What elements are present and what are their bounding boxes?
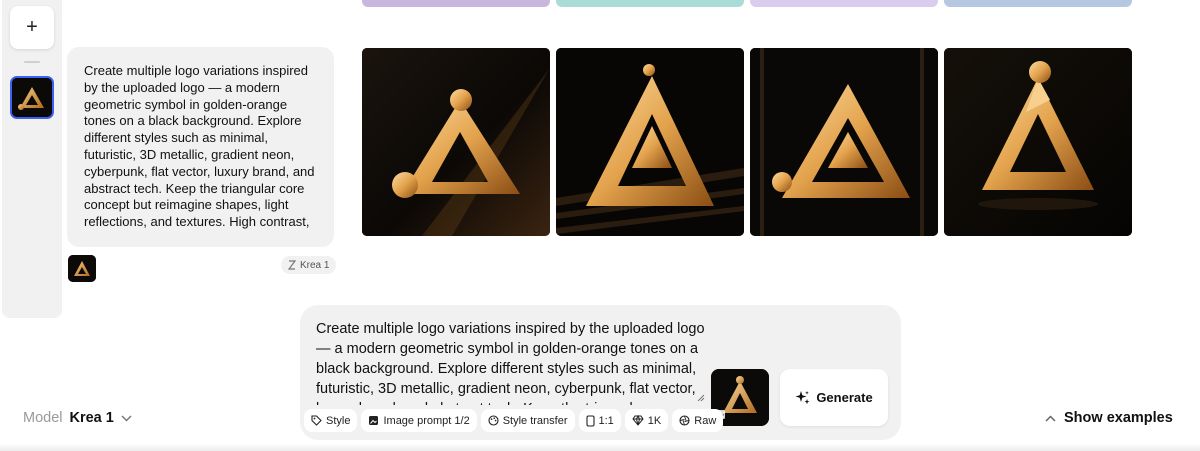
history-thumbnail-selected[interactable]: [10, 76, 54, 119]
raw-chip-label: Raw: [694, 414, 717, 427]
logo-thumbnail-icon: [12, 78, 52, 117]
result-image-1[interactable]: [362, 48, 550, 236]
resolution-chip[interactable]: 1K: [624, 409, 669, 432]
prompt-bubble[interactable]: Create multiple logo variations inspired…: [67, 47, 334, 247]
style-chip[interactable]: Style: [304, 409, 358, 432]
model-label: Model: [23, 410, 63, 426]
krea-page: + Create multiple logo variations inspir…: [0, 0, 1200, 451]
rail-divider: [24, 61, 40, 63]
logo-thumbnail-icon: [68, 255, 96, 282]
result-image-3[interactable]: [750, 48, 938, 236]
style-chip-label: Style: [326, 414, 351, 427]
result-image-4[interactable]: [944, 48, 1132, 236]
new-generation-button[interactable]: +: [10, 6, 54, 49]
plus-icon: +: [26, 16, 38, 38]
bottom-fade: [0, 443, 1200, 451]
chevron-up-icon: [1045, 414, 1056, 422]
gold-triangle-logo-image: [556, 48, 744, 236]
model-tag-label: Krea 1: [300, 259, 330, 271]
option-chips: Style Image prompt 1/2 Style transfer 1:…: [304, 409, 724, 432]
show-examples-label: Show examples: [1064, 410, 1173, 426]
show-examples-button[interactable]: Show examples: [1045, 410, 1173, 426]
previous-result-strip[interactable]: [556, 0, 744, 7]
image-prompt-chip-label: Image prompt 1/2: [383, 414, 470, 427]
palette-icon: [488, 415, 499, 426]
gold-triangle-logo-image: [362, 48, 550, 236]
aspect-ratio-chip[interactable]: 1:1: [578, 409, 621, 432]
aperture-icon: [679, 415, 690, 426]
image-prompt-chip[interactable]: Image prompt 1/2: [361, 409, 477, 432]
generate-button[interactable]: Generate: [780, 369, 888, 426]
tag-icon: [311, 415, 322, 426]
model-icon: [288, 260, 296, 270]
model-name: Krea 1: [69, 410, 114, 426]
gold-triangle-logo-image: [944, 48, 1132, 236]
resolution-chip-label: 1K: [647, 414, 662, 427]
previous-result-strip[interactable]: [750, 0, 938, 7]
aspect-ratio-chip-label: 1:1: [598, 414, 614, 427]
resize-handle-icon[interactable]: [697, 394, 705, 402]
prompt-composer: Create multiple logo variations inspired…: [300, 305, 901, 440]
image-icon: [369, 416, 379, 425]
prompt-reference-thumbnail[interactable]: [68, 255, 96, 282]
previous-result-strip[interactable]: [362, 0, 550, 7]
model-selector[interactable]: Model Krea 1: [23, 410, 132, 426]
diamond-icon: [632, 415, 644, 426]
prompt-textarea[interactable]: Create multiple logo variations inspired…: [316, 319, 711, 405]
style-transfer-chip-label: Style transfer: [502, 414, 568, 427]
model-tag: Krea 1: [281, 256, 337, 274]
previous-result-strip[interactable]: [944, 0, 1132, 7]
phone-aspect-icon: [585, 414, 595, 427]
prompt-text: Create multiple logo variations inspired…: [84, 63, 315, 230]
chevron-down-icon: [121, 414, 132, 422]
gold-triangle-logo-image: [750, 48, 938, 236]
raw-chip[interactable]: Raw: [672, 409, 724, 432]
generate-label: Generate: [816, 390, 873, 405]
style-transfer-chip[interactable]: Style transfer: [480, 409, 575, 432]
result-image-2[interactable]: [556, 48, 744, 236]
sparkle-icon: [795, 391, 810, 405]
